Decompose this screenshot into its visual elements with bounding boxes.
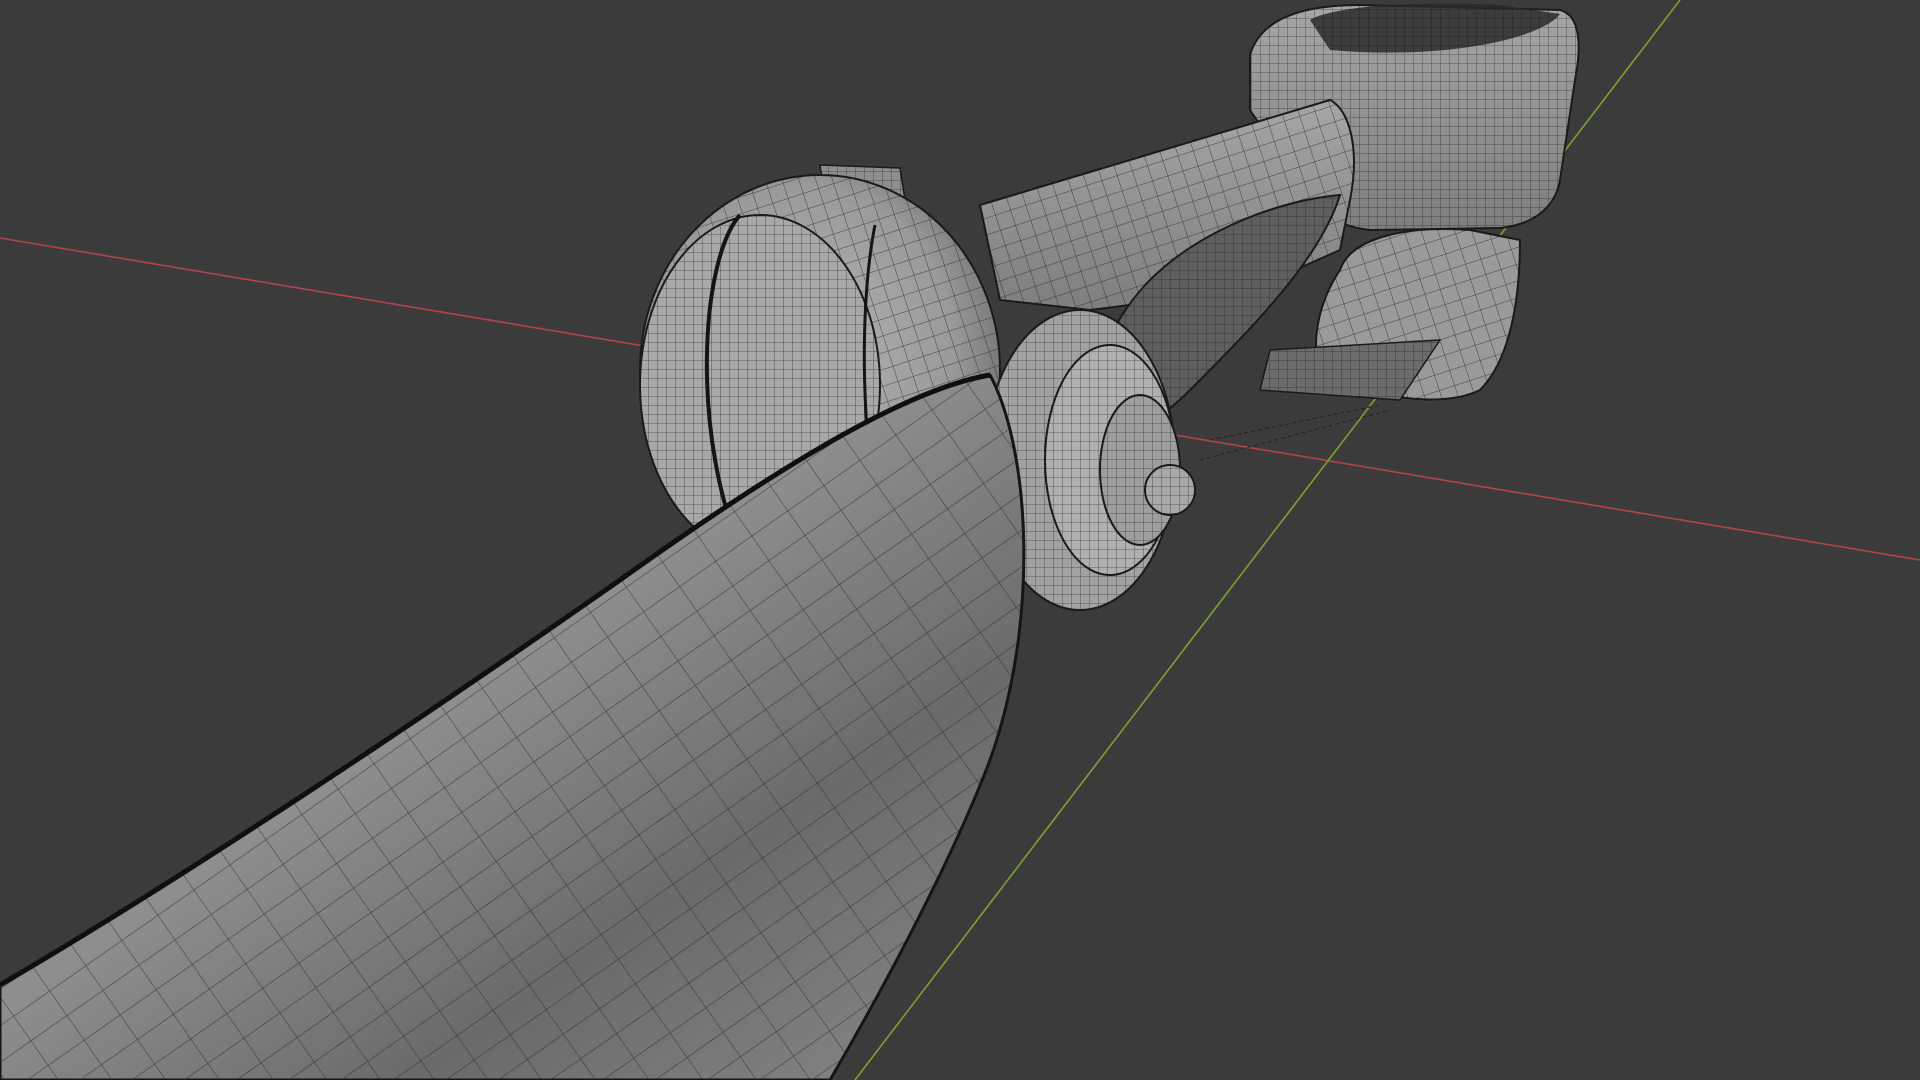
dashed-connector	[1199, 404, 1391, 461]
3d-viewport[interactable]	[0, 0, 1920, 1080]
mesh-propeller-blade[interactable]	[0, 372, 1026, 1080]
viewport-canvas[interactable]	[0, 0, 1920, 1080]
